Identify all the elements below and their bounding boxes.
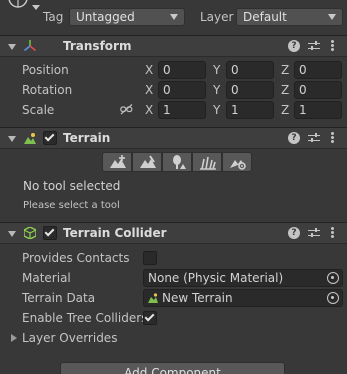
position-y-label[interactable]: Y (213, 63, 220, 77)
gameobject-icon (8, 0, 30, 10)
chevron-down-icon (170, 14, 178, 20)
position-x-label[interactable]: X (145, 63, 153, 77)
enable-tree-colliders-checkbox[interactable] (143, 311, 157, 325)
material-label: Material (22, 271, 71, 285)
create-neighbor-terrains-tool-button[interactable] (102, 152, 132, 172)
presets-icon[interactable] (308, 228, 320, 238)
position-label: Position (22, 63, 69, 77)
chevron-down-icon (328, 14, 336, 20)
terrain-tool-status: No tool selected (23, 179, 121, 193)
scale-label: Scale (22, 103, 55, 117)
help-icon[interactable]: ? (288, 40, 300, 52)
material-value: None (Physic Material) (148, 271, 284, 285)
paint-trees-tool-button[interactable] (162, 152, 192, 172)
rotation-y-field[interactable]: 0 (226, 81, 274, 99)
foldout-arrow-icon[interactable] (11, 334, 17, 342)
help-icon[interactable]: ? (288, 132, 300, 144)
rotation-z-label[interactable]: Z (281, 83, 289, 97)
transform-title: Transform (63, 39, 132, 53)
layer-dropdown-value: Default (243, 10, 287, 24)
enable-tree-colliders-label: Enable Tree Colliders (22, 311, 148, 325)
paint-details-tool-button[interactable] (192, 152, 222, 172)
add-component-button[interactable]: Add Component (60, 362, 285, 374)
layer-label: Layer (200, 10, 234, 24)
rotation-label: Rotation (22, 83, 73, 97)
terrain-data-icon (148, 293, 158, 303)
grass-detail-icon (200, 156, 216, 170)
create-neighbor-terrains-icon (110, 155, 126, 168)
scale-x-label[interactable]: X (145, 103, 153, 117)
tag-dropdown-value: Untagged (76, 10, 135, 24)
foldout-arrow-icon[interactable] (8, 231, 16, 237)
terrain-title: Terrain (63, 131, 111, 145)
terrain-collider-icon (24, 227, 36, 239)
layer-dropdown[interactable]: Default (236, 8, 343, 26)
provides-contacts-label: Provides Contacts (22, 251, 130, 265)
terrain-settings-icon (230, 160, 246, 170)
rotation-x-label[interactable]: X (145, 83, 153, 97)
icon-dropdown-arrow[interactable] (32, 5, 40, 10)
presets-icon[interactable] (308, 41, 320, 51)
position-z-label[interactable]: Z (281, 63, 289, 77)
transform-header[interactable]: Transform ? (0, 35, 347, 57)
foldout-arrow-icon[interactable] (8, 44, 16, 50)
position-x-field[interactable]: 0 (158, 61, 206, 79)
rotation-y-label[interactable]: Y (213, 83, 220, 97)
paint-terrain-tool-button[interactable] (132, 152, 162, 172)
transform-icon (24, 40, 36, 52)
terrain-collider-header[interactable]: Terrain Collider ? (0, 222, 347, 244)
tree-icon (173, 155, 186, 169)
terrain-icon (24, 133, 36, 144)
terrain-data-object-field[interactable]: New Terrain (143, 289, 343, 307)
rotation-x-field[interactable]: 0 (158, 81, 206, 99)
position-z-field[interactable]: 0 (294, 61, 342, 79)
terrain-enabled-checkbox[interactable] (43, 131, 57, 145)
tag-dropdown[interactable]: Untagged (69, 8, 185, 26)
terrain-header[interactable]: Terrain ? (0, 127, 347, 149)
terrain-tool-hint: Please select a tool (23, 200, 120, 211)
context-menu-icon[interactable] (331, 132, 335, 144)
presets-icon[interactable] (308, 133, 320, 143)
terrain-data-value: New Terrain (162, 291, 233, 305)
scale-y-label[interactable]: Y (213, 103, 220, 117)
rotation-z-field[interactable]: 0 (294, 81, 342, 99)
foldout-arrow-icon[interactable] (8, 136, 16, 142)
terrain-collider-enabled-checkbox[interactable] (43, 226, 57, 240)
context-menu-icon[interactable] (331, 40, 335, 52)
help-icon[interactable]: ? (288, 227, 300, 239)
provides-contacts-checkbox[interactable] (143, 251, 157, 265)
constrain-proportions-icon[interactable] (120, 104, 133, 115)
scale-z-label[interactable]: Z (281, 103, 289, 117)
object-picker-icon[interactable] (327, 292, 339, 304)
scale-x-field[interactable]: 1 (158, 101, 206, 119)
add-component-label: Add Component (124, 366, 221, 374)
scale-z-field[interactable]: 1 (294, 101, 342, 119)
terrain-settings-tool-button[interactable] (222, 152, 252, 172)
scale-y-field[interactable]: 1 (226, 101, 274, 119)
layer-overrides-label[interactable]: Layer Overrides (22, 331, 117, 345)
material-object-field[interactable]: None (Physic Material) (143, 269, 343, 287)
context-menu-icon[interactable] (331, 227, 335, 239)
terrain-data-label: Terrain Data (22, 291, 96, 305)
object-picker-icon[interactable] (327, 272, 339, 284)
terrain-collider-title: Terrain Collider (63, 226, 167, 240)
tag-label: Tag (43, 10, 64, 24)
position-y-field[interactable]: 0 (226, 61, 274, 79)
paint-terrain-icon (140, 155, 156, 168)
